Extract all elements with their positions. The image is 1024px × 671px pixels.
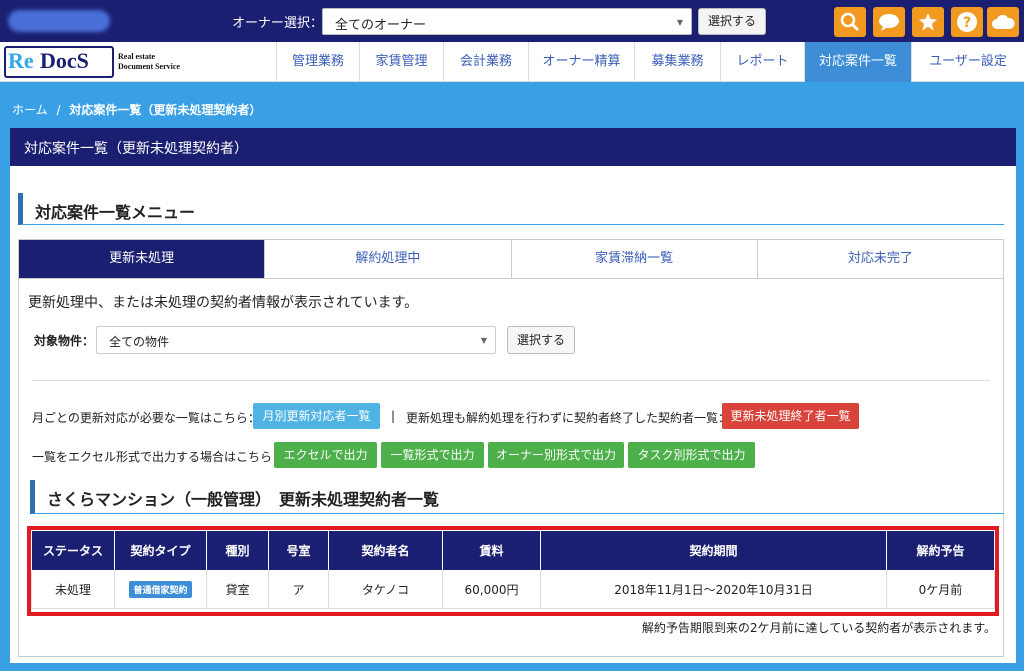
cell-rent: 60,000円 — [442, 570, 541, 609]
col-contract-type: 契約タイプ — [114, 530, 207, 571]
export-list-button[interactable]: 一覧形式で出力 — [381, 442, 484, 468]
col-period: 契約期間 — [540, 530, 887, 571]
main-nav: Re DocS Real estate Document Service 管理業… — [0, 42, 1024, 82]
monthly-text: 月ごとの更新対応が必要な一覧はこちら： — [32, 411, 260, 425]
redocs-logo[interactable]: Re DocS — [4, 46, 114, 78]
col-kind: 種別 — [206, 530, 269, 571]
breadcrumb: ホーム / 対応案件一覧（更新未処理契約者） — [12, 101, 261, 118]
chevron-down-icon: ▼ — [480, 336, 487, 345]
tab-incomplete[interactable]: 対応未完了 — [756, 240, 1003, 278]
export-task-button[interactable]: タスク別形式で出力 — [628, 442, 755, 468]
property-filter-label: 対象物件： — [34, 334, 95, 348]
owner-select[interactable]: 全てのオーナー ▼ — [322, 8, 692, 35]
cloud-icon[interactable] — [987, 7, 1019, 37]
cell-kind: 貸室 — [206, 570, 269, 609]
user-name-redacted — [8, 10, 110, 32]
top-bar: オーナー選択： 全てのオーナー ▼ 選択する ? — [0, 0, 1024, 42]
col-tenant: 契約者名 — [328, 530, 443, 571]
nav-item-recruitment[interactable]: 募集業務 — [634, 42, 720, 82]
contract-table-highlight: ステータス 契約タイプ 種別 号室 契約者名 賃料 契約期間 解約予告 未処理 … — [27, 526, 999, 616]
breadcrumb-home[interactable]: ホーム — [12, 103, 48, 117]
logo-sub-line2: Document Service — [118, 62, 180, 71]
nav-item-cases[interactable]: 対応案件一覧 — [804, 42, 911, 82]
nav-item-user-settings[interactable]: ユーザー設定 — [911, 42, 1024, 82]
page-title: 対応案件一覧（更新未処理契約者） — [10, 128, 1016, 166]
search-icon[interactable] — [834, 7, 866, 37]
owner-select-label: オーナー選択： — [232, 16, 324, 31]
list-title: さくらマンション（一般管理） 更新未処理契約者一覧 — [30, 480, 1004, 514]
chevron-down-icon: ▼ — [676, 18, 683, 27]
cell-tenant[interactable]: タケノコ — [328, 570, 443, 609]
ended-text: 更新処理も解約処理を行わずに契約者終了した契約者一覧： — [406, 411, 731, 425]
export-owner-button[interactable]: オーナー別形式で出力 — [488, 442, 624, 468]
breadcrumb-current: 対応案件一覧（更新未処理契約者） — [69, 103, 262, 117]
col-rent: 賃料 — [442, 530, 541, 571]
logo-re: Re — [8, 48, 34, 73]
table-row[interactable]: 未処理 普通借家契約 貸室 ア タケノコ 60,000円 2018年11月1日～… — [31, 570, 995, 609]
monthly-renewal-button[interactable]: 月別更新対応者一覧 — [253, 403, 380, 429]
owner-select-button[interactable]: 選択する — [698, 8, 766, 35]
col-room: 号室 — [268, 530, 329, 571]
menu-section-title: 対応案件一覧メニュー — [18, 193, 1004, 225]
excel-text: 一覧をエクセル形式で出力する場合はこちら： — [32, 450, 285, 464]
tab-renewal-pending[interactable]: 更新未処理 — [19, 240, 265, 278]
col-notice: 解約予告 — [886, 530, 995, 571]
nav-item-report[interactable]: レポート — [720, 42, 804, 82]
breadcrumb-separator: / — [56, 103, 61, 117]
nav-item-rent[interactable]: 家賃管理 — [359, 42, 443, 82]
table-footnote: 解約予告期限到来の2ケ月前に達している契約者が表示されます。 — [641, 621, 996, 635]
main-panel: 対応案件一覧（更新未処理契約者） 対応案件一覧メニュー 更新未処理 解約処理中 … — [10, 128, 1016, 663]
nav-item-management[interactable]: 管理業務 — [276, 42, 359, 82]
cell-room: ア — [268, 570, 329, 609]
divider — [32, 380, 990, 381]
help-icon[interactable]: ? — [951, 7, 983, 37]
svg-text:?: ? — [963, 15, 971, 31]
contract-table: ステータス 契約タイプ 種別 号室 契約者名 賃料 契約期間 解約予告 未処理 … — [31, 530, 995, 609]
property-select[interactable]: 全ての物件 ▼ — [96, 326, 496, 354]
cell-status: 未処理 — [31, 570, 115, 609]
logo-subtitle: Real estate Document Service — [118, 52, 180, 72]
property-select-value: 全ての物件 — [109, 335, 170, 349]
chat-icon[interactable] — [873, 7, 905, 37]
logo-sub-line1: Real estate — [118, 52, 156, 61]
nav-item-accounting[interactable]: 会計業務 — [443, 42, 528, 82]
separator: | — [391, 409, 396, 423]
col-status: ステータス — [31, 530, 115, 571]
logo-docs: DocS — [40, 48, 89, 73]
table-header-row: ステータス 契約タイプ 種別 号室 契約者名 賃料 契約期間 解約予告 — [31, 530, 995, 571]
export-excel-button[interactable]: エクセルで出力 — [274, 442, 377, 468]
tab-rent-arrears[interactable]: 家賃滞納一覧 — [510, 240, 757, 278]
property-select-button[interactable]: 選択する — [507, 326, 575, 354]
tab-cancellation[interactable]: 解約処理中 — [264, 240, 511, 278]
cell-contract-type: 普通借家契約 — [114, 570, 207, 609]
cell-notice: 0ケ月前 — [886, 570, 995, 609]
star-icon[interactable] — [912, 7, 944, 37]
case-tabs: 更新未処理 解約処理中 家賃滞納一覧 対応未完了 — [18, 239, 1004, 279]
cell-period: 2018年11月1日～2020年10月31日 — [540, 570, 887, 609]
tab-description: 更新処理中、または未処理の契約者情報が表示されています。 — [28, 295, 419, 311]
contract-type-badge: 普通借家契約 — [129, 581, 192, 598]
nav-item-owner-settlement[interactable]: オーナー精算 — [528, 42, 634, 82]
owner-select-value: 全てのオーナー — [335, 18, 427, 33]
ended-list-button[interactable]: 更新未処理終了者一覧 — [722, 403, 859, 429]
